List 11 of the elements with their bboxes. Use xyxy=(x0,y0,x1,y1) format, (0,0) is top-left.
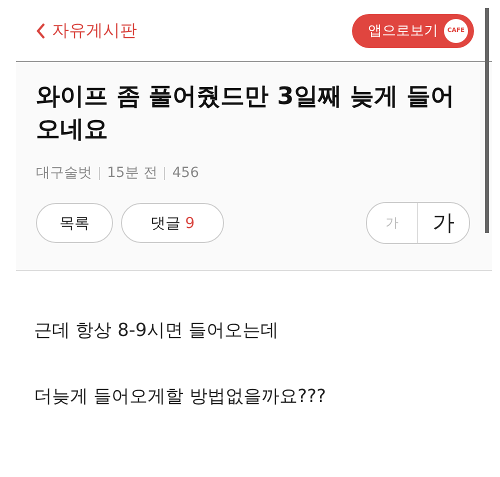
comments-button[interactable]: 댓글 9 xyxy=(121,203,224,243)
body-paragraph: 더늦게 들어오게할 방법없을까요??? xyxy=(34,385,328,409)
list-button[interactable]: 목록 xyxy=(36,203,113,243)
back-link[interactable]: 자유게시판 xyxy=(36,19,137,42)
post-title: 와이프 좀 풀어줬드만 3일째 늦게 들어오네요 xyxy=(36,81,456,145)
view-count: 456 xyxy=(172,165,199,181)
post-time: 15분 전 xyxy=(107,164,158,182)
author-name: 대구술벗 xyxy=(36,164,92,182)
body-paragraph: 근데 항상 8-9시면 들어오는데 xyxy=(34,319,280,343)
back-icon xyxy=(36,22,46,38)
font-large-button[interactable]: 가 xyxy=(418,203,469,243)
